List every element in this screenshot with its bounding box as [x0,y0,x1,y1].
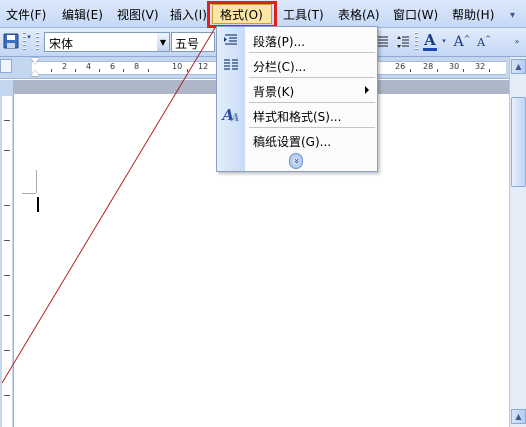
highlight-box [207,1,277,28]
menu-item-columns[interactable]: 分栏(C)... [217,53,377,77]
submenu-arrow-icon [365,86,369,94]
menu-item-label: 背景(K) [253,85,295,99]
menu-item-manuscript-settings[interactable]: 稿纸设置(G)... [217,128,377,152]
paragraph-icon [222,31,240,49]
expand-menu-icon[interactable]: » [289,153,303,169]
styles-icon: AA [222,106,240,124]
word-window: 文件(F) 编辑(E) 视图(V) 插入(I) 格式(O) 工具(T) 表格(A… [0,0,526,427]
menu-item-label: 段落(P)... [253,35,306,49]
menu-item-label: 分栏(C)... [253,60,307,74]
menu-item-background[interactable]: 背景(K) [217,78,377,102]
menu-item-paragraph[interactable]: 段落(P)... [217,28,377,52]
menu-item-styles-and-formatting[interactable]: AA 样式和格式(S)... [217,103,377,127]
format-dropdown-menu: 段落(P)... 分栏(C)... 背景(K) AA 样式和格式(S)... 稿… [216,26,378,172]
menu-item-label: 样式和格式(S)... [253,110,342,124]
menu-item-label: 稿纸设置(G)... [253,135,332,149]
columns-icon [222,56,240,74]
